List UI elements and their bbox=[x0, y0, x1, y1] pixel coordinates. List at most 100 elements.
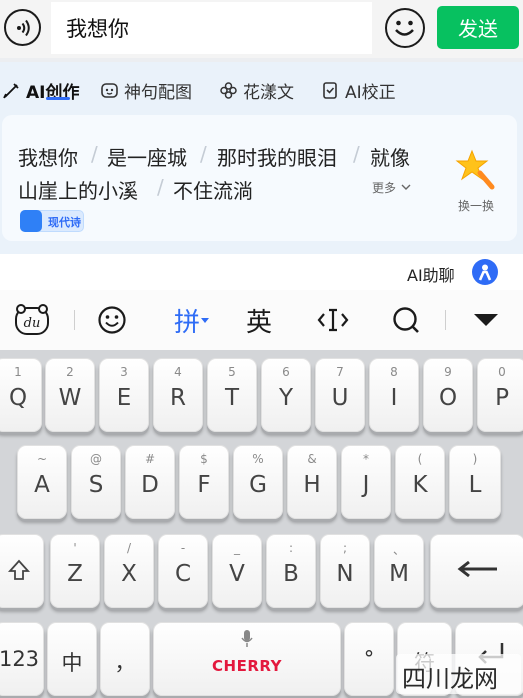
cherry-brand-label: CHERRY bbox=[212, 657, 282, 675]
ai-assistant-icon[interactable] bbox=[472, 259, 498, 285]
chevron-down-icon bbox=[401, 184, 411, 190]
period-key[interactable]: ° bbox=[344, 622, 394, 696]
key-sub-label: _ bbox=[234, 541, 240, 555]
key-m[interactable]: 、 M bbox=[374, 534, 424, 608]
key-n[interactable]: ; N bbox=[320, 534, 370, 608]
numbers-key[interactable]: 123 bbox=[0, 622, 44, 696]
tab-sentence-image[interactable]: 神句配图 bbox=[100, 76, 192, 104]
key-v[interactable]: _ V bbox=[212, 534, 262, 608]
emoji-panel-button[interactable] bbox=[94, 302, 130, 338]
key-sub-label: / bbox=[126, 541, 132, 555]
space-key[interactable]: CHERRY bbox=[153, 622, 341, 696]
key-l[interactable]: ) L bbox=[449, 445, 501, 519]
key-w[interactable]: 2W bbox=[45, 358, 95, 432]
poem-style-icon bbox=[20, 210, 42, 232]
key-label: Y bbox=[278, 385, 294, 411]
key-i[interactable]: 8I bbox=[369, 358, 419, 432]
key-s[interactable]: @ S bbox=[71, 445, 121, 519]
pinyin-mode-button[interactable]: 拼 bbox=[168, 302, 216, 338]
microphone-icon bbox=[154, 629, 340, 653]
message-input[interactable] bbox=[51, 2, 372, 54]
key-label: K bbox=[412, 472, 428, 498]
key-b[interactable]: :B bbox=[266, 534, 316, 608]
key-f[interactable]: $ F bbox=[179, 445, 229, 519]
suggestion-chip[interactable]: 不住流淌 bbox=[173, 175, 253, 204]
key-g[interactable]: % G bbox=[233, 445, 283, 519]
key-sub-label: ) bbox=[472, 452, 478, 466]
backspace-key[interactable] bbox=[430, 534, 523, 608]
emoji-button[interactable] bbox=[385, 8, 425, 48]
english-label: 英 bbox=[245, 307, 272, 338]
key-p[interactable]: 0P bbox=[477, 358, 523, 432]
send-button[interactable]: 发送 bbox=[437, 6, 519, 49]
key-label: S bbox=[88, 472, 104, 498]
pen-icon bbox=[3, 82, 19, 98]
ai-chat-row: AI助聊 bbox=[0, 254, 523, 290]
key-e[interactable]: 3E bbox=[99, 358, 149, 432]
tab-ai-correct[interactable]: AI校正 bbox=[321, 76, 396, 104]
key-sub-label: # bbox=[144, 452, 156, 466]
swap-label: 换一换 bbox=[457, 199, 494, 213]
key-j[interactable]: * J bbox=[341, 445, 391, 519]
key-a[interactable]: ~ A bbox=[17, 445, 67, 519]
key-label: H bbox=[303, 472, 321, 498]
key-z[interactable]: ' Z bbox=[50, 534, 100, 608]
english-mode-button[interactable]: 英 bbox=[241, 302, 277, 338]
key-h[interactable]: & H bbox=[287, 445, 337, 519]
pinyin-label: 拼 bbox=[173, 307, 200, 338]
cursor-edit-button[interactable] bbox=[314, 302, 352, 338]
key-label: I bbox=[390, 385, 398, 411]
language-key[interactable]: 中 bbox=[47, 622, 97, 696]
style-badge[interactable]: 现代诗 bbox=[20, 210, 84, 232]
more-button[interactable]: 更多 bbox=[372, 179, 412, 196]
key-label: P bbox=[495, 385, 509, 411]
key-sub-label: 0 bbox=[498, 365, 506, 379]
baidu-bear-icon: du bbox=[15, 304, 49, 335]
active-tab-indicator bbox=[46, 97, 70, 100]
key-d[interactable]: # D bbox=[125, 445, 175, 519]
key-sub-label: 1 bbox=[14, 365, 22, 379]
key-c[interactable]: -C bbox=[158, 534, 208, 608]
key-y[interactable]: 6Y bbox=[261, 358, 311, 432]
swap-button[interactable]: 换一换 bbox=[450, 145, 502, 215]
key-label: F bbox=[197, 472, 211, 498]
voice-input-button[interactable] bbox=[4, 9, 41, 46]
comma-key[interactable]: ， bbox=[100, 622, 150, 696]
suggestion-chip[interactable]: 就像 bbox=[370, 142, 410, 171]
key-sub-label: 8 bbox=[390, 365, 398, 379]
key-label: L bbox=[468, 472, 482, 498]
suggestion-chip[interactable]: 那时我的眼泪 bbox=[217, 142, 337, 171]
key-q[interactable]: 1Q bbox=[0, 358, 42, 432]
collapse-keyboard-button[interactable] bbox=[468, 302, 504, 338]
key-t[interactable]: 5T bbox=[207, 358, 257, 432]
toolbar-divider bbox=[445, 310, 446, 330]
key-k[interactable]: (K bbox=[395, 445, 445, 519]
ai-chat-button[interactable]: AI助聊 bbox=[407, 262, 455, 286]
key-u[interactable]: 7U bbox=[315, 358, 365, 432]
key-sub-label: 2 bbox=[66, 365, 74, 379]
smiley-icon bbox=[98, 306, 126, 334]
key-o[interactable]: 9O bbox=[423, 358, 473, 432]
key-label: Z bbox=[67, 561, 83, 587]
baidu-logo-button[interactable]: du bbox=[12, 302, 52, 338]
suggestion-chip[interactable]: 山崖上的小溪 bbox=[18, 175, 138, 204]
key-sub-label: * bbox=[363, 452, 369, 466]
key-label: N bbox=[336, 561, 354, 587]
key-label: 123 bbox=[0, 647, 40, 671]
shift-key[interactable] bbox=[0, 534, 44, 608]
key-x[interactable]: / X bbox=[104, 534, 154, 608]
toolbar-divider bbox=[74, 310, 75, 330]
voice-icon bbox=[16, 19, 30, 36]
sticker-icon bbox=[101, 82, 118, 98]
chip-separator: / bbox=[200, 142, 207, 166]
key-sub-label: @ bbox=[90, 452, 102, 466]
key-r[interactable]: 4R bbox=[153, 358, 203, 432]
suggestion-chip[interactable]: 我想你 bbox=[18, 142, 78, 171]
key-label: 中 bbox=[61, 651, 83, 675]
key-sub-label: 5 bbox=[228, 365, 236, 379]
key-label: X bbox=[121, 561, 137, 587]
tab-fancy-text[interactable]: 花漾文 bbox=[219, 76, 294, 104]
key-sub-label: $ bbox=[200, 452, 208, 466]
search-button[interactable] bbox=[388, 302, 424, 338]
suggestion-chip[interactable]: 是一座城 bbox=[107, 142, 187, 171]
